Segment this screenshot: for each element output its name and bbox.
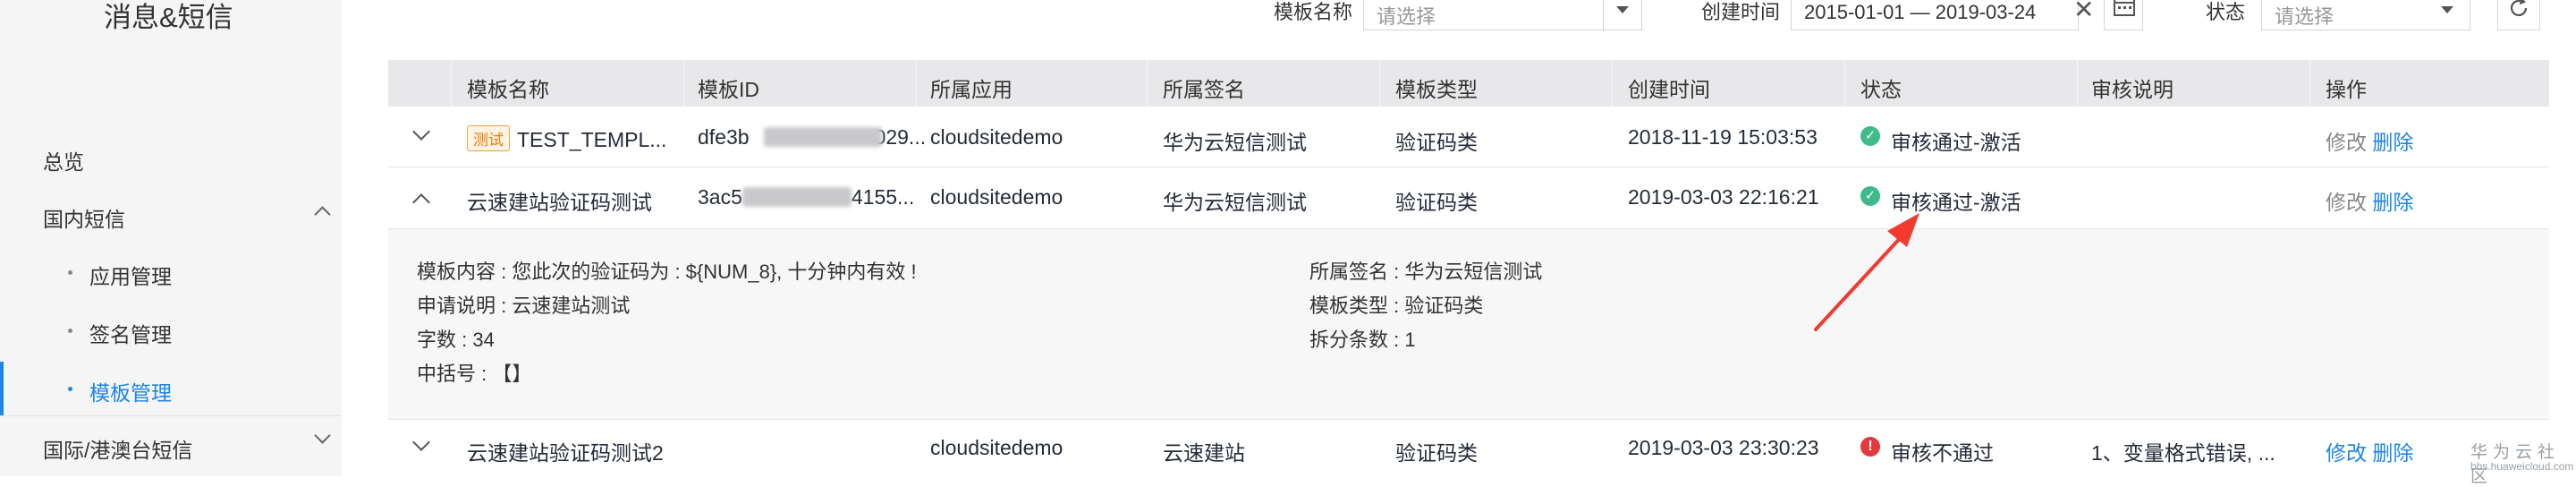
created-time-label: 创建时间 bbox=[1701, 1, 1781, 23]
type-cell: 验证码类 bbox=[1395, 191, 1478, 214]
delete-link[interactable]: 删除 bbox=[2372, 131, 2413, 154]
refresh-icon bbox=[2510, 0, 2528, 16]
table-row[interactable]: 云速建站验证码测试 3ac5 4155... cloudsitedemo 华为云短… bbox=[388, 167, 2549, 229]
column-header[interactable]: 状态 bbox=[1860, 73, 1902, 103]
created-cell: 2019-03-03 22:16:21 bbox=[1628, 185, 1819, 209]
expand-icon[interactable] bbox=[412, 433, 430, 451]
sidebar-title: 消息&短信 bbox=[104, 2, 233, 33]
detail-bracket: 中括号 : 【】 bbox=[417, 363, 532, 385]
signature-cell: 华为云短信测试 bbox=[1163, 191, 1307, 214]
edit-link[interactable]: 修改 bbox=[2326, 131, 2367, 154]
detail-content: 模板内容 : 您此次的验证码为 : ${NUM_8}, 十分钟内有效 ! bbox=[417, 261, 917, 283]
sidebar-item-template-management[interactable]: 模板管理 bbox=[89, 376, 172, 406]
expand-icon[interactable] bbox=[412, 123, 430, 141]
column-header[interactable]: 操作 bbox=[2326, 73, 2367, 103]
template-id-prefix: 3ac5 bbox=[698, 185, 742, 209]
error-circle-icon: ! bbox=[1860, 437, 1880, 457]
detail-apply-note: 申请说明 : 云速建站测试 bbox=[417, 295, 631, 317]
status-placeholder: 请选择 bbox=[2275, 5, 2334, 28]
sidebar: 消息&短信 总览 国内短信 应用管理 签名管理 模板管理 国际/港澳台短信 bbox=[0, 0, 342, 476]
template-id-suffix: 4155... bbox=[851, 185, 915, 209]
sidebar-item-overview[interactable]: 总览 bbox=[43, 145, 84, 175]
calendar-button[interactable] bbox=[2104, 0, 2143, 30]
template-name-label: 模板名称 bbox=[1274, 1, 1353, 23]
check-circle-icon: ✓ bbox=[1860, 126, 1880, 146]
caret-down-icon bbox=[1616, 6, 1629, 13]
detail-template-type: 模板类型 : 验证码类 bbox=[1309, 295, 1484, 317]
template-name-select[interactable]: 请选择 bbox=[1363, 0, 1624, 30]
detail-signature: 所属签名 : 华为云短信测试 bbox=[1309, 261, 1543, 283]
date-range-input[interactable]: 2015-01-01 — 2019-03-24 bbox=[1791, 0, 2079, 30]
calendar-icon bbox=[2114, 0, 2135, 16]
sidebar-item-app-management[interactable]: 应用管理 bbox=[89, 260, 172, 290]
divider bbox=[0, 415, 342, 416]
active-indicator bbox=[0, 362, 4, 415]
sidebar-item-international-sms[interactable]: 国际/港澳台短信 bbox=[43, 433, 192, 464]
check-circle-icon: ✓ bbox=[1860, 186, 1880, 206]
refresh-button[interactable] bbox=[2497, 0, 2540, 30]
sidebar-item-signature-management[interactable]: 签名管理 bbox=[89, 318, 172, 348]
column-header[interactable]: 模板类型 bbox=[1395, 73, 1478, 103]
redacted-id bbox=[764, 127, 882, 147]
redacted-id bbox=[742, 187, 852, 207]
template-id-suffix: 029... bbox=[874, 125, 927, 149]
caret-down-icon bbox=[2441, 6, 2453, 13]
bullet-icon bbox=[68, 270, 72, 275]
type-cell: 验证码类 bbox=[1395, 441, 1478, 465]
column-header[interactable]: 模板ID bbox=[698, 73, 759, 103]
status-cell: 审核通过-激活 bbox=[1891, 191, 2021, 214]
watermark-url: bbs.huaweicloud.com bbox=[2470, 460, 2574, 473]
column-header[interactable]: 创建时间 bbox=[1628, 73, 1710, 103]
detail-split-count: 拆分条数 : 1 bbox=[1309, 329, 1416, 351]
test-badge: 测试 bbox=[467, 125, 510, 151]
created-cell: 2018-11-19 15:03:53 bbox=[1628, 125, 1818, 149]
review-note-cell[interactable]: 1、变量格式错误, ... bbox=[2091, 436, 2275, 466]
table-row[interactable]: 云速建站验证码测试2 cloudsitedemo 云速建站 验证码类 2019-… bbox=[388, 420, 2549, 476]
template-name-placeholder: 请选择 bbox=[1377, 5, 1436, 28]
chevron-up-icon[interactable] bbox=[314, 206, 331, 223]
signature-cell: 云速建站 bbox=[1163, 441, 1245, 465]
template-id-prefix: dfe3b bbox=[698, 125, 750, 149]
status-select[interactable]: 请选择 bbox=[2261, 0, 2470, 30]
created-cell: 2019-03-03 23:30:23 bbox=[1628, 436, 1819, 459]
status-label: 状态 bbox=[2206, 1, 2246, 23]
app-cell: cloudsitedemo bbox=[930, 436, 1063, 459]
date-range-value: 2015-01-01 — 2019-03-24 bbox=[1804, 1, 2037, 23]
chevron-down-icon[interactable] bbox=[314, 427, 331, 444]
table-row[interactable]: 测试 TEST_TEMPL... dfe3b 029... cloudsitedem… bbox=[388, 107, 2549, 167]
column-header[interactable]: 所属应用 bbox=[930, 73, 1013, 103]
template-detail-panel: 模板内容 : 您此次的验证码为 : ${NUM_8}, 十分钟内有效 ! 申请说… bbox=[388, 229, 2549, 420]
template-name-cell: 云速建站验证码测试2 bbox=[467, 441, 664, 465]
app-cell: cloudsitedemo bbox=[930, 185, 1063, 209]
clear-icon[interactable]: ✕ bbox=[2073, 0, 2094, 24]
type-cell: 验证码类 bbox=[1395, 131, 1478, 154]
bullet-icon bbox=[68, 387, 72, 391]
detail-char-count: 字数 : 34 bbox=[417, 329, 495, 351]
template-name-cell: 测试 TEST_TEMPL... bbox=[467, 125, 666, 152]
delete-link[interactable]: 删除 bbox=[2372, 191, 2413, 214]
app-cell: cloudsitedemo bbox=[930, 125, 1063, 149]
edit-link[interactable]: 修改 bbox=[2326, 441, 2367, 465]
delete-link[interactable]: 删除 bbox=[2372, 441, 2413, 465]
column-header[interactable]: 所属签名 bbox=[1163, 73, 1245, 103]
status-cell: 审核通过-激活 bbox=[1891, 131, 2021, 154]
table-header: 模板名称 模板ID 所属应用 所属签名 模板类型 创建时间 状态 审核说明 操作 bbox=[388, 60, 2549, 107]
column-header[interactable]: 模板名称 bbox=[467, 73, 549, 103]
status-cell: 审核不通过 bbox=[1891, 441, 1994, 465]
template-name: TEST_TEMPL... bbox=[517, 128, 667, 151]
edit-link[interactable]: 修改 bbox=[2326, 191, 2367, 214]
bullet-icon bbox=[68, 329, 72, 333]
template-name-dropdown[interactable] bbox=[1603, 0, 1642, 30]
template-name-cell: 云速建站验证码测试 bbox=[467, 191, 652, 214]
column-header[interactable]: 审核说明 bbox=[2091, 73, 2174, 103]
collapse-icon[interactable] bbox=[412, 193, 430, 211]
signature-cell: 华为云短信测试 bbox=[1163, 131, 1307, 154]
sidebar-item-domestic-sms[interactable]: 国内短信 bbox=[43, 202, 125, 233]
